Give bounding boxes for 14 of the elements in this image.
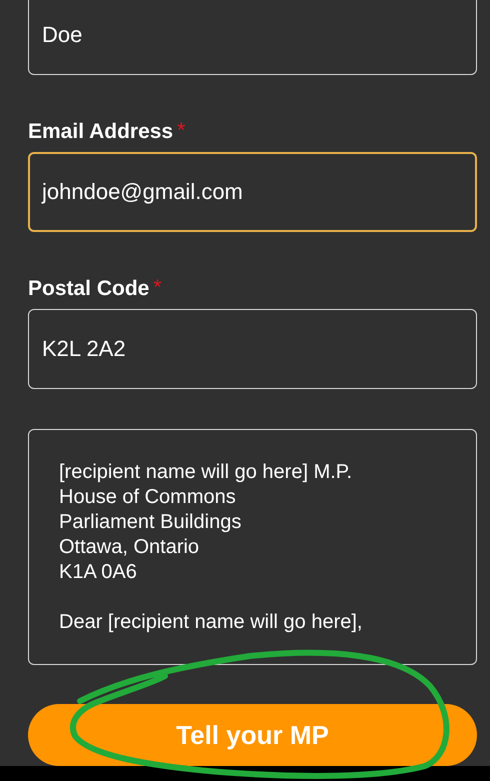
required-mark: * [177,119,186,143]
input-field[interactable]: K2L 2A2 [28,309,477,389]
letter-line: Ottawa, Ontario [59,535,200,560]
input-field[interactable]: johndoe@gmail.com [28,152,477,232]
letter-line: Parliament Buildings [59,510,242,535]
letter-line: Dear [recipient name will go here], [59,610,364,635]
letter-line: House of Commons [59,485,237,510]
field-label: Postal Code [28,277,150,301]
required-mark: * [153,276,162,300]
input-field[interactable]: Doe [28,0,477,75]
letter-line: K1A 0A6 [59,560,138,585]
letter-line: [recipient name will go here] M.P. [59,460,354,485]
field-label: Email Address [28,120,174,144]
letter-field[interactable]: [recipient name will go here] M.P. House of Commons Parliament Buildings Ottawa, Ontario K1A 0A6 Dear [recipient name will go here], [28,429,477,665]
